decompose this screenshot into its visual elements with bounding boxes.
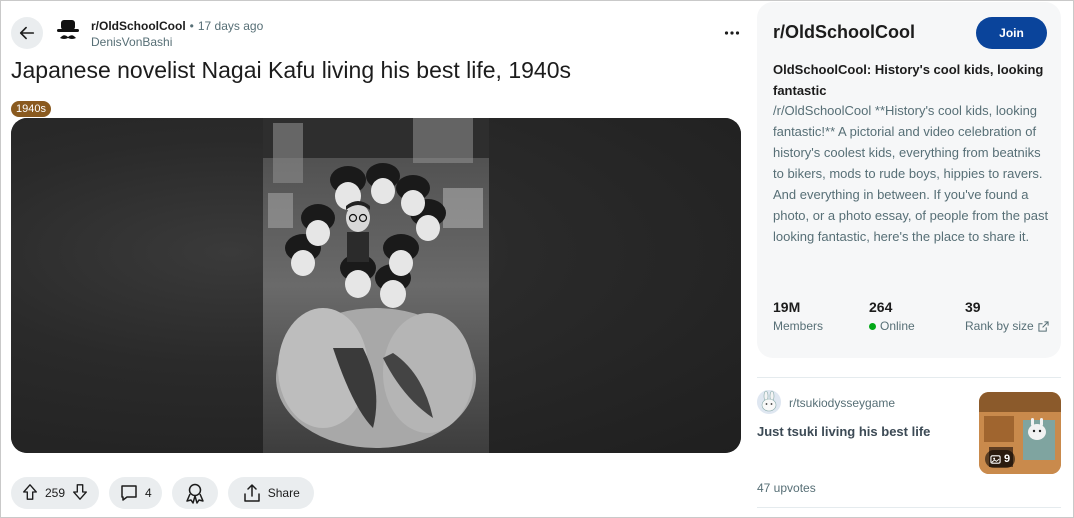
community-card: r/OldSchoolCool Join OldSchoolCool: Hist…	[757, 2, 1061, 358]
recommended-thumbnail[interactable]: 9	[979, 392, 1061, 474]
meta-separator: •	[189, 19, 194, 33]
back-button[interactable]	[11, 17, 43, 49]
recommended-post[interactable]: r/tsukiodysseygame Just tsuki living his…	[757, 390, 1061, 480]
recommended-subreddit[interactable]: r/tsukiodysseygame	[789, 396, 895, 410]
rank-value: 39	[965, 299, 981, 315]
comment-count: 4	[145, 486, 152, 500]
gallery-count: 9	[1004, 453, 1011, 465]
post-meta: r/OldSchoolCool • 17 days ago DenisVonBa…	[91, 18, 263, 50]
subreddit-link[interactable]: r/OldSchoolCool	[91, 18, 186, 34]
recommended-title[interactable]: Just tsuki living his best life	[757, 424, 930, 439]
post-flair[interactable]: 1940s	[11, 101, 51, 117]
post-photo	[263, 118, 489, 453]
recommended-subreddit-avatar	[757, 390, 781, 414]
community-stats: 19M Members 264 Online 39 Rank by size	[773, 298, 1053, 338]
tsuki-rabbit-icon	[757, 390, 781, 414]
external-link-icon	[1038, 320, 1049, 332]
arrow-down-icon	[73, 483, 88, 500]
subreddit-avatar[interactable]	[52, 16, 84, 48]
award-icon	[185, 483, 204, 504]
online-count: 264	[869, 299, 893, 315]
members-stat: 19M Members	[773, 298, 823, 336]
post-action-bar: 259 4 Share	[11, 477, 314, 509]
rank-label-text: Rank by size	[965, 319, 1034, 333]
online-stat: 264 Online	[869, 298, 915, 336]
downvote-button[interactable]	[71, 483, 89, 504]
join-button[interactable]: Join	[976, 17, 1047, 49]
community-description: /r/OldSchoolCool **History's cool kids, …	[773, 103, 1049, 244]
more-options-button[interactable]	[716, 20, 748, 46]
community-title[interactable]: r/OldSchoolCool	[773, 22, 915, 43]
mustache-hat-icon	[52, 16, 84, 48]
post-title: Japanese novelist Nagai Kafu living his …	[11, 57, 572, 83]
rank-stat[interactable]: 39 Rank by size	[965, 298, 1049, 336]
post-age: 17 days ago	[197, 19, 264, 33]
community-headline: OldSchoolCool: History's cool kids, look…	[773, 62, 1044, 98]
members-label: Members	[773, 316, 823, 336]
members-count: 19M	[773, 299, 801, 315]
members-label-text: Members	[773, 319, 824, 333]
speech-bubble-icon	[121, 485, 137, 501]
arrow-up-icon	[23, 483, 37, 500]
share-icon	[243, 484, 260, 502]
share-button[interactable]: Share	[227, 477, 314, 509]
online-dot-icon	[869, 322, 876, 330]
rank-label: Rank by size	[965, 316, 1049, 336]
recommended-upvotes: 47 upvotes	[757, 481, 816, 495]
author-link[interactable]: DenisVonBashi	[91, 34, 263, 50]
sidebar-divider	[757, 377, 1061, 378]
sidebar-bottom-divider	[757, 507, 1061, 508]
post-media[interactable]	[11, 118, 741, 453]
vote-control: 259	[11, 477, 100, 509]
share-label: Share	[267, 486, 300, 500]
gallery-count-badge: 9	[985, 450, 1016, 468]
online-label-text: Online	[880, 319, 915, 333]
ellipsis-icon	[724, 31, 740, 35]
vote-count: 259	[45, 486, 66, 500]
award-button[interactable]	[171, 477, 218, 509]
comments-button[interactable]: 4	[109, 477, 162, 509]
gallery-icon	[990, 454, 1001, 464]
arrow-left-icon	[19, 26, 35, 40]
online-label: Online	[869, 316, 915, 336]
upvote-button[interactable]	[21, 483, 39, 504]
